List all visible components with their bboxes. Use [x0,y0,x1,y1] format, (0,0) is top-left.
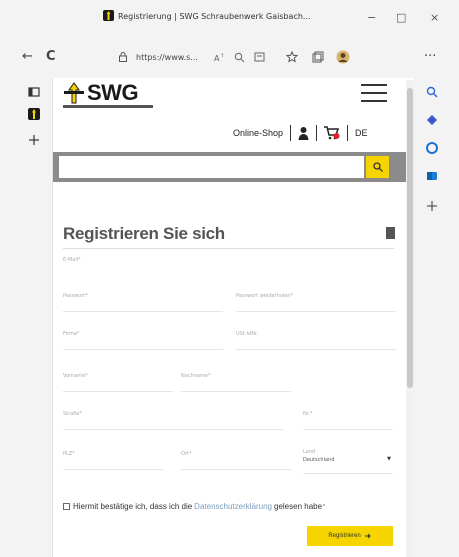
address-bar-row: ← C https://www.s... A ↑ ··· [0,40,459,74]
tab-actions-icon[interactable] [28,86,40,98]
favorite-star-icon[interactable] [286,51,298,63]
company-field[interactable]: Firma* [63,326,223,350]
translate-icon[interactable] [254,51,266,63]
shopping-tag-icon[interactable] [426,114,438,126]
privacy-consent: Hiermit bestätige ich, dass ich die Date… [63,502,325,511]
read-aloud-icon[interactable]: A ↑ [214,52,225,63]
privacy-policy-link[interactable]: Datenschutzerklärung [194,502,272,511]
swg-favicon-icon [103,10,114,21]
email-field[interactable]: E-Mail* [63,252,223,276]
swg-tab-icon[interactable] [28,108,40,120]
minimize-button[interactable]: − [367,11,376,24]
menu-hamburger-icon[interactable] [361,84,387,102]
search-bar [53,152,414,182]
search-button[interactable] [366,156,389,178]
zoom-icon[interactable] [234,52,245,63]
form-title: Registrieren Sie sich [63,224,225,243]
back-button[interactable]: ← [22,49,33,65]
register-arrow-icon [364,533,371,539]
password-repeat-field[interactable]: Passwort wiederholen* [236,288,396,312]
cart-icon[interactable] [324,126,340,140]
street-field[interactable]: Straße* [63,406,283,430]
country-label: Land [303,449,316,455]
nav-separator [290,125,292,141]
password-field[interactable]: Passwort* [63,288,223,312]
city-field[interactable]: Ort* [181,446,291,470]
required-marker: * [323,503,325,510]
page-viewport: SWG Online-Shop DE Registrieren Sie sich… [52,78,414,557]
chevron-down-icon: ▼ [387,456,391,462]
country-value: Deutschland [303,457,335,463]
consent-suffix: gelesen habe [274,502,323,511]
swg-logo[interactable]: SWG [63,80,153,110]
svg-text:↑: ↑ [220,53,224,59]
house-number-field[interactable]: Nr.* [303,406,393,430]
page-scrollbar[interactable] [406,80,414,557]
settings-more-button[interactable]: ··· [424,49,436,65]
form-info-icon[interactable] [386,227,395,239]
games-icon[interactable] [426,142,438,154]
lock-icon[interactable] [118,52,128,62]
language-selector[interactable]: DE [355,128,368,138]
logo-tagline [63,105,153,108]
search-input[interactable] [59,156,364,178]
country-select[interactable]: Land Deutschland ▼ [303,446,393,474]
title-bar: Registrierung | SWG Schraubenwerk Gaisba… [0,0,459,34]
nav-separator [316,125,318,141]
register-button[interactable]: Registrieren [307,526,393,546]
consent-prefix: Hiermit bestätige ich, dass ich die [73,502,193,511]
swg-logo-icon [64,82,84,104]
register-button-label: Registrieren [328,533,361,539]
outlook-icon[interactable] [426,170,438,182]
top-navigation: Online-Shop DE [233,122,368,144]
user-account-icon[interactable] [298,126,309,140]
consent-checkbox[interactable] [63,503,70,510]
scrollbar-thumb[interactable] [407,88,413,388]
search-icon [372,162,383,172]
lastname-field[interactable]: Nachname* [181,368,291,392]
form-divider [63,248,394,249]
tab-title[interactable]: Registrierung | SWG Schraubenwerk Gaisba… [118,12,311,21]
logo-text: SWG [87,80,139,105]
close-button[interactable]: × [430,11,439,24]
firstname-field[interactable]: Vorname* [63,368,173,392]
online-shop-link[interactable]: Online-Shop [233,128,283,138]
browser-window: Registrierung | SWG Schraubenwerk Gaisba… [0,0,459,557]
url-field[interactable]: https://www.s... [136,53,198,62]
collections-icon[interactable] [312,51,324,63]
zip-field[interactable]: PLZ* [63,446,163,470]
vat-id-field[interactable]: USt-IdNr. [236,326,396,350]
maximize-button[interactable]: □ [396,11,406,24]
profile-avatar-icon[interactable] [336,50,350,64]
refresh-button[interactable]: C [46,49,56,65]
sidebar-search-icon[interactable] [426,86,438,98]
add-sidebar-icon[interactable] [426,200,438,212]
new-tab-icon[interactable] [28,134,40,146]
nav-separator [347,125,349,141]
